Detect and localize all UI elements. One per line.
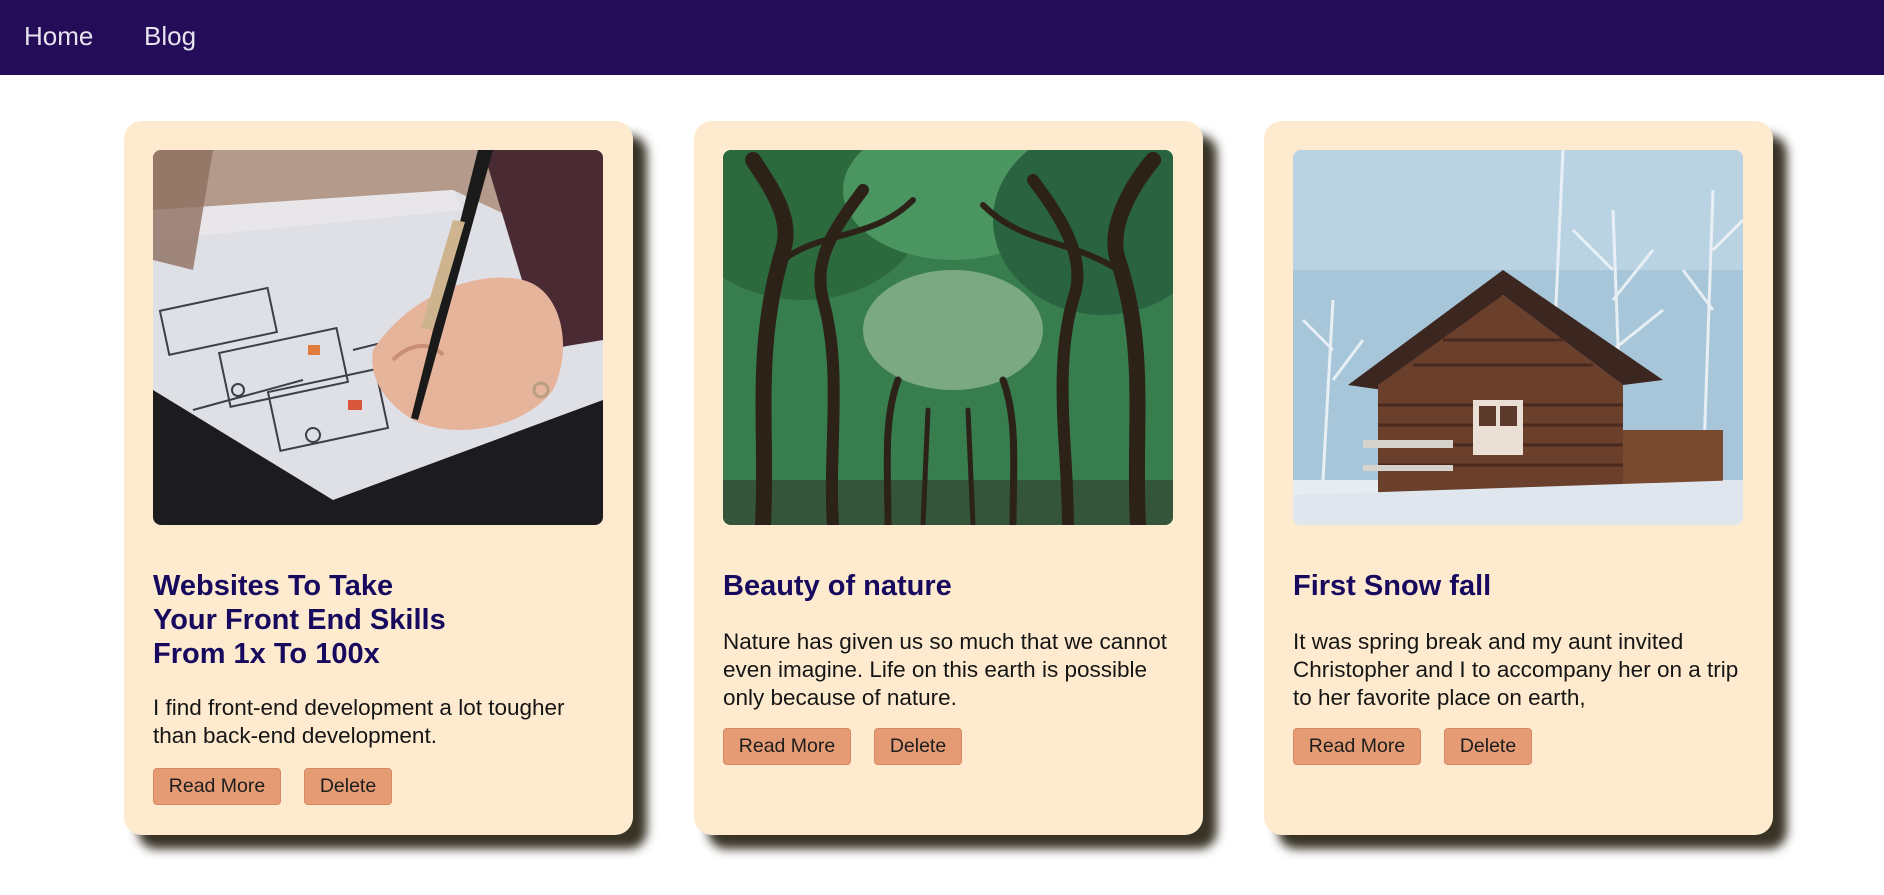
nav-link-blog[interactable]: Blog bbox=[144, 21, 196, 51]
hand-sketching-wireframe-photo bbox=[153, 150, 603, 525]
top-navbar: Home Blog bbox=[0, 0, 1884, 75]
card-title: Beauty of nature bbox=[723, 570, 952, 602]
snowy-log-cabin-photo bbox=[1293, 150, 1743, 525]
blog-card: Websites To Take Your Front End Skills F… bbox=[124, 121, 633, 835]
card-description: Nature has given us so much that we cann… bbox=[723, 629, 1168, 710]
delete-button[interactable]: Delete bbox=[1444, 728, 1532, 765]
read-more-button[interactable]: Read More bbox=[723, 728, 851, 765]
blog-card: Beauty of nature Nature has given us so … bbox=[694, 121, 1203, 835]
tree-lined-avenue-photo bbox=[723, 150, 1173, 525]
card-image-snowy-cabin bbox=[1293, 150, 1743, 525]
card-description: I find front-end development a lot tough… bbox=[153, 695, 565, 748]
read-more-button[interactable]: Read More bbox=[153, 768, 281, 805]
nav-link-home[interactable]: Home bbox=[24, 21, 93, 51]
blog-card: First Snow fall It was spring break and … bbox=[1264, 121, 1773, 835]
card-title: First Snow fall bbox=[1293, 570, 1492, 602]
delete-button[interactable]: Delete bbox=[874, 728, 962, 765]
card-description: It was spring break and my aunt invited … bbox=[1293, 629, 1739, 710]
read-more-button[interactable]: Read More bbox=[1293, 728, 1421, 765]
card-title: Websites To Take Your Front End Skills F… bbox=[153, 570, 446, 670]
card-image-wireframe-sketch bbox=[153, 150, 603, 525]
delete-button[interactable]: Delete bbox=[304, 768, 392, 805]
card-image-tree-avenue bbox=[723, 150, 1173, 525]
